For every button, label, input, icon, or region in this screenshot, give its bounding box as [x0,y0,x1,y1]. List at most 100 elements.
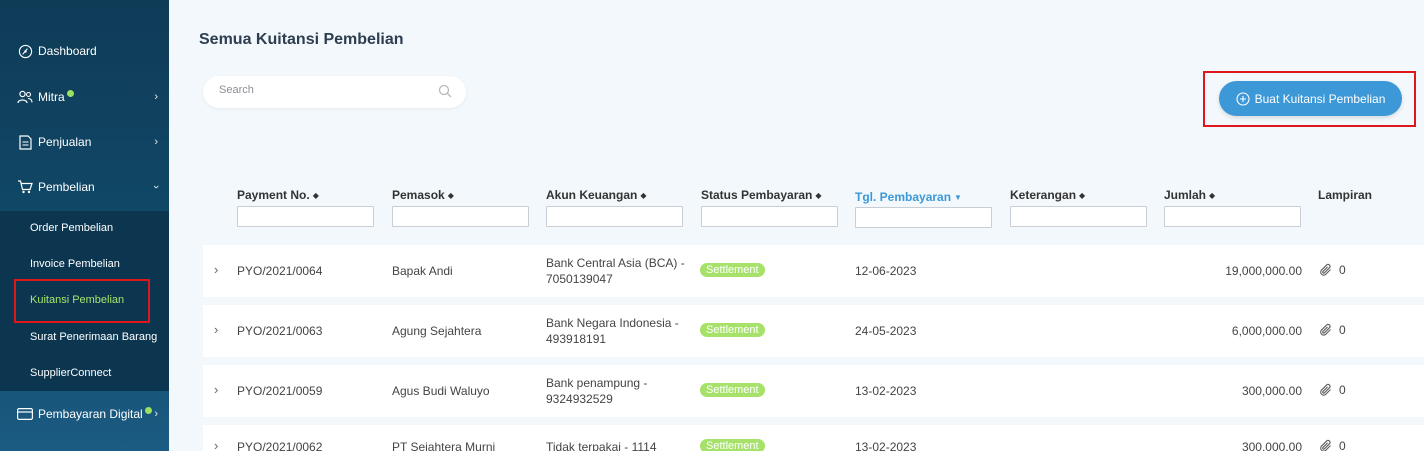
sidebar-item-label: Pembayaran Digital [38,407,143,421]
payment-no[interactable]: PYO/2021/0064 [237,264,322,278]
plus-circle-icon [1236,91,1250,106]
table-row[interactable]: › PYO/2021/0059 Agus Budi Waluyo Bank pe… [203,365,1424,417]
sidebar-item-label: Penjualan [38,135,92,149]
attachment[interactable]: 0 [1319,383,1346,397]
search-box [203,76,466,108]
account: Bank penampung -9324932529 [546,376,648,406]
payment-date: 13-02-2023 [855,440,917,451]
payment-no[interactable]: PYO/2021/0063 [237,324,322,338]
sidebar-item-label: Mitra [38,90,65,104]
chevron-right-icon[interactable]: › [214,322,218,337]
submenu-item-invoice-pembelian[interactable]: Invoice Pembelian [30,258,120,270]
sidebar-item-penjualan[interactable]: Penjualan › [0,120,169,164]
column-header-akun-keuangan[interactable]: Akun Keuangan ◆ [546,188,647,202]
sort-icon: ◆ [1079,191,1086,200]
status-badge: Settlement [700,263,765,277]
column-header-lampiran: Lampiran [1318,188,1373,202]
sort-icon: ◆ [640,191,647,200]
supplier: Agung Sejahtera [392,324,482,338]
status-badge: Settlement [700,439,765,451]
paperclip-icon [1320,383,1331,396]
amount: 6,000,000.00 [1231,324,1302,338]
highlight-kuitansi-pembelian [14,279,150,323]
search-input[interactable] [219,84,429,96]
notification-dot [66,89,74,97]
sort-icon: ◆ [1209,191,1216,200]
chevron-right-icon[interactable]: › [214,262,218,277]
sidebar-item-pembelian[interactable]: Pembelian › [0,165,169,209]
sort-desc-icon: ▼ [954,193,962,202]
column-header-pemasok[interactable]: Pemasok ◆ [392,188,454,202]
dashboard-icon [17,43,33,59]
submenu-item-supplierconnect[interactable]: SupplierConnect [30,367,111,379]
chevron-right-icon[interactable]: › [214,382,218,397]
account: Tidak terpakai - 1114 [546,440,657,451]
attachment-count: 0 [1339,383,1346,397]
sort-icon: ◆ [447,191,454,200]
column-header-tgl-pembayaran[interactable]: Tgl. Pembayaran ▼ [855,190,962,204]
filter-pemasok[interactable] [392,206,529,227]
status-badge: Settlement [700,323,765,337]
sort-icon: ◆ [815,191,822,200]
attachment[interactable]: 0 [1319,323,1346,337]
attachment[interactable]: 0 [1319,263,1346,277]
sidebar-item-label: Dashboard [38,44,97,58]
sidebar-item-pembayaran-digital[interactable]: Pembayaran Digital › [0,392,169,436]
submenu-item-surat-penerimaan-barang[interactable]: Surat Penerimaan Barang [30,331,157,343]
column-header-jumlah[interactable]: Jumlah ◆ [1164,188,1215,202]
sidebar-item-mitra[interactable]: Mitra › [0,75,169,119]
filter-akun-keuangan[interactable] [546,206,683,227]
paperclip-icon [1320,263,1331,276]
payment-date: 24-05-2023 [855,324,917,338]
payment-no[interactable]: PYO/2021/0062 [237,440,322,451]
filter-status-pembayaran[interactable] [701,206,838,227]
status-badge: Settlement [700,383,765,397]
chevron-right-icon[interactable]: › [214,438,218,451]
notification-dot [144,406,152,414]
sort-icon: ◆ [312,191,319,200]
sidebar-item-dashboard[interactable]: Dashboard [0,29,169,73]
search-icon[interactable] [438,84,452,103]
document-icon [17,134,33,150]
amount: 19,000,000.00 [1225,264,1302,278]
table-row[interactable]: › PYO/2021/0063 Agung Sejahtera Bank Neg… [203,305,1424,357]
column-header-payment-no[interactable]: Payment No. ◆ [237,188,319,202]
filter-jumlah[interactable] [1164,206,1301,227]
chevron-down-icon: › [150,185,163,189]
users-icon [17,89,33,105]
account: Bank Negara Indonesia -493918191 [546,316,679,346]
payment-no[interactable]: PYO/2021/0059 [237,384,322,398]
attachment-count: 0 [1339,439,1346,451]
cart-icon [17,179,33,195]
create-button-label: Buat Kuitansi Pembelian [1254,91,1386,106]
column-header-status-pembayaran[interactable]: Status Pembayaran ◆ [701,188,822,202]
sidebar-item-label: Pembelian [38,180,95,194]
paperclip-icon [1320,323,1331,336]
submenu-item-order-pembelian[interactable]: Order Pembelian [30,222,113,234]
supplier: Agus Budi Waluyo [392,384,490,398]
table-row[interactable]: › PYO/2021/0062 PT Sejahtera Murni Tidak… [203,425,1424,451]
column-header-keterangan[interactable]: Keterangan ◆ [1010,188,1085,202]
page-title: Semua Kuitansi Pembelian [199,31,404,48]
payment-date: 12-06-2023 [855,264,917,278]
supplier: PT Sejahtera Murni [392,440,496,451]
attachment-count: 0 [1339,263,1346,277]
chevron-right-icon: › [154,91,158,103]
filter-keterangan[interactable] [1010,206,1147,227]
table-row[interactable]: › PYO/2021/0064 Bapak Andi Bank Central … [203,245,1424,297]
chevron-right-icon: › [154,136,158,148]
amount: 300,000.00 [1241,440,1302,451]
account: Bank Central Asia (BCA) -7050139047 [546,256,685,286]
supplier: Bapak Andi [392,264,453,278]
create-receipt-button[interactable]: Buat Kuitansi Pembelian [1219,81,1402,116]
amount: 300,000.00 [1241,384,1302,398]
attachment-count: 0 [1339,323,1346,337]
sidebar: Dashboard Mitra › Penjualan › Pembelian … [0,0,169,451]
attachment[interactable]: 0 [1319,439,1346,451]
card-icon [17,406,33,422]
filter-payment-no[interactable] [237,206,374,227]
paperclip-icon [1320,439,1331,451]
payment-date: 13-02-2023 [855,384,917,398]
filter-tgl-pembayaran[interactable] [855,207,992,228]
chevron-right-icon: › [154,408,158,420]
